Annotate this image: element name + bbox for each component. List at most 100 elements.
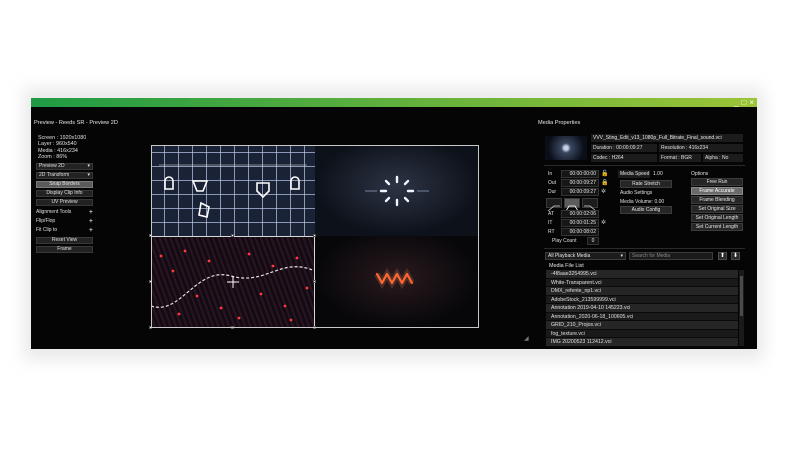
resize-grip-icon[interactable]: ◢ bbox=[524, 335, 531, 342]
audio-settings-label: Audio Settings bbox=[620, 190, 653, 196]
list-item[interactable]: fog_texture.vci bbox=[546, 329, 738, 338]
gear-icon[interactable]: ✲ bbox=[601, 219, 606, 227]
list-item[interactable]: AdobeStock_213599999.vci bbox=[546, 295, 738, 304]
fade-full-button[interactable] bbox=[564, 198, 580, 212]
set-original-size-button[interactable]: Set Original Size bbox=[691, 205, 743, 213]
out-label: Out bbox=[548, 180, 557, 186]
move-up-button[interactable]: ⬆ bbox=[718, 252, 727, 260]
transform-handle[interactable] bbox=[313, 234, 316, 237]
fade-in-button[interactable] bbox=[546, 198, 562, 212]
dur-timecode-field[interactable]: 00:00:09:27 bbox=[561, 188, 599, 196]
arrow-up-icon: ⬆ bbox=[719, 253, 726, 259]
fade-out-button[interactable] bbox=[582, 198, 598, 212]
fit-clip-label: Fit Clip to bbox=[36, 227, 58, 233]
transform-mode-select[interactable]: 2D Transform bbox=[36, 172, 93, 179]
reset-view-button[interactable]: Reset View bbox=[36, 237, 93, 244]
file-list-scrollbar[interactable] bbox=[739, 270, 744, 346]
lock-icon[interactable]: 🔒 bbox=[601, 179, 608, 187]
media-properties-header: Media Properties bbox=[538, 120, 581, 126]
grid-media-quadrant bbox=[151, 145, 315, 236]
list-item[interactable]: White-Transparent.vci bbox=[546, 278, 738, 287]
list-item[interactable]: GRID_210_Projos.vci bbox=[546, 321, 738, 330]
scrollbar-thumb[interactable] bbox=[740, 276, 743, 316]
fit-clip-row[interactable]: Fit Clip to + bbox=[36, 227, 93, 234]
gear-icon[interactable]: ✲ bbox=[601, 188, 606, 196]
free-run-button[interactable]: Free Run bbox=[691, 178, 743, 186]
frame-blending-button[interactable]: Frame Blending bbox=[691, 196, 743, 204]
list-item[interactable]: Annotation_2020-06-18_100605.vci bbox=[546, 312, 738, 321]
transform-handle[interactable] bbox=[313, 280, 316, 283]
frame-button[interactable]: Frame bbox=[36, 246, 93, 253]
preview-info: Screen : 1920x1080 Layer : 960x540 Media… bbox=[38, 135, 86, 161]
rate-stretch-button[interactable]: Rate Stretch bbox=[620, 180, 672, 188]
app-window: _ □ × Preview - Reeds SR - Preview 2D Sc… bbox=[31, 98, 757, 349]
burst-media-quadrant bbox=[315, 145, 479, 236]
play-count-label: Play Count bbox=[552, 238, 577, 244]
it-timecode-field[interactable]: 00:00:01:25 bbox=[561, 219, 599, 227]
rt-timecode-field[interactable]: 00:00:08:02 bbox=[561, 228, 599, 236]
media-resolution: Resolution : 416x234 bbox=[659, 144, 743, 152]
expand-plus-icon[interactable]: + bbox=[89, 209, 93, 216]
neon-wave-media-quadrant bbox=[315, 236, 479, 328]
lock-icon[interactable]: 🔓 bbox=[601, 170, 608, 178]
uv-preview-button[interactable]: UV Preview bbox=[36, 199, 93, 206]
media-format: Format : BGR bbox=[659, 154, 701, 162]
media-file-list: -4f8aae3254995.vci White-Transparent.vci… bbox=[546, 270, 738, 347]
media-thumbnail bbox=[545, 136, 587, 160]
media-volume-readout[interactable]: Media Volume: 0.00 bbox=[620, 198, 664, 206]
media-filter-select[interactable]: All Playback Media bbox=[545, 252, 626, 260]
transform-handle[interactable] bbox=[313, 326, 316, 329]
close-icon[interactable]: × bbox=[749, 98, 754, 107]
at-timecode-field[interactable]: 00:00:02:06 bbox=[561, 210, 599, 218]
media-duration: Duration : 00:00:09:27 bbox=[591, 144, 657, 152]
expand-plus-icon[interactable]: + bbox=[89, 227, 93, 234]
transform-handle[interactable] bbox=[231, 234, 234, 237]
frame-accurate-button[interactable]: Frame Accurate bbox=[691, 187, 743, 195]
dur-label: Dur bbox=[548, 189, 557, 195]
list-item[interactable]: DMX_refente_np1.vci bbox=[546, 287, 738, 296]
view-mode-select[interactable]: Preview 2D bbox=[36, 163, 93, 170]
move-down-button[interactable]: ⬇ bbox=[731, 252, 740, 260]
rt-label: RT bbox=[548, 229, 555, 235]
window-controls: _ □ × bbox=[734, 98, 754, 107]
display-clip-info-button[interactable]: Display Clip Info bbox=[36, 190, 93, 197]
media-file-name: VVV_Sting_Edit_v13_1080p_Full_Bitrate_Fi… bbox=[591, 134, 743, 142]
transform-handle[interactable] bbox=[149, 280, 152, 283]
snap-borders-button[interactable]: Snap Borders bbox=[36, 181, 93, 188]
at-label: AT bbox=[548, 211, 555, 217]
alignment-tools-row[interactable]: Alignment Tools + bbox=[36, 209, 93, 216]
preview-panel-header: Preview - Reeds SR - Preview 2D bbox=[34, 120, 118, 126]
minimize-icon[interactable]: _ bbox=[734, 98, 738, 107]
media-speed-label: Media Speed bbox=[618, 170, 650, 178]
set-original-length-button[interactable]: Set Original Length bbox=[691, 214, 743, 222]
media-search-input[interactable]: Search for Media bbox=[629, 252, 713, 260]
media-file-list-title: Media File List bbox=[549, 263, 584, 269]
list-item[interactable]: -4f8aae3254995.vci bbox=[546, 270, 738, 279]
in-label: In bbox=[548, 171, 553, 177]
zoom-level: Zoom : 86% bbox=[38, 154, 68, 161]
in-timecode-field[interactable]: 00:00:00:00 bbox=[561, 170, 599, 178]
set-current-length-button[interactable]: Set Current Length bbox=[691, 223, 743, 231]
options-label: Options bbox=[691, 171, 709, 177]
list-item[interactable]: Annotation 2019-04-10 145223.vci bbox=[546, 304, 738, 313]
media-alpha: Alpha : No bbox=[703, 154, 743, 162]
audio-config-button[interactable]: Audio Config bbox=[620, 206, 672, 214]
alignment-tools-label: Alignment Tools bbox=[36, 209, 72, 215]
divider bbox=[544, 248, 745, 249]
transform-handle[interactable] bbox=[231, 326, 234, 329]
arrow-down-icon: ⬇ bbox=[732, 253, 739, 259]
divider bbox=[544, 165, 745, 166]
maximize-icon[interactable]: □ bbox=[741, 98, 746, 107]
it-label: IT bbox=[548, 220, 553, 226]
transform-handle[interactable] bbox=[149, 326, 152, 329]
title-bar[interactable]: _ □ × bbox=[31, 98, 757, 107]
flip-flop-row[interactable]: Flip/Flop + bbox=[36, 218, 93, 225]
preview-viewport[interactable] bbox=[149, 145, 479, 329]
list-item[interactable]: IMG 20200523 112412.vci bbox=[546, 338, 738, 347]
media-speed-value[interactable]: 1.00 bbox=[653, 170, 663, 178]
play-count-field[interactable]: 0 bbox=[587, 237, 599, 245]
out-timecode-field[interactable]: 00:00:09:27 bbox=[561, 179, 599, 187]
media-codec: Codec : H264 bbox=[591, 154, 657, 162]
transform-handle[interactable] bbox=[149, 234, 152, 237]
expand-plus-icon[interactable]: + bbox=[89, 218, 93, 225]
